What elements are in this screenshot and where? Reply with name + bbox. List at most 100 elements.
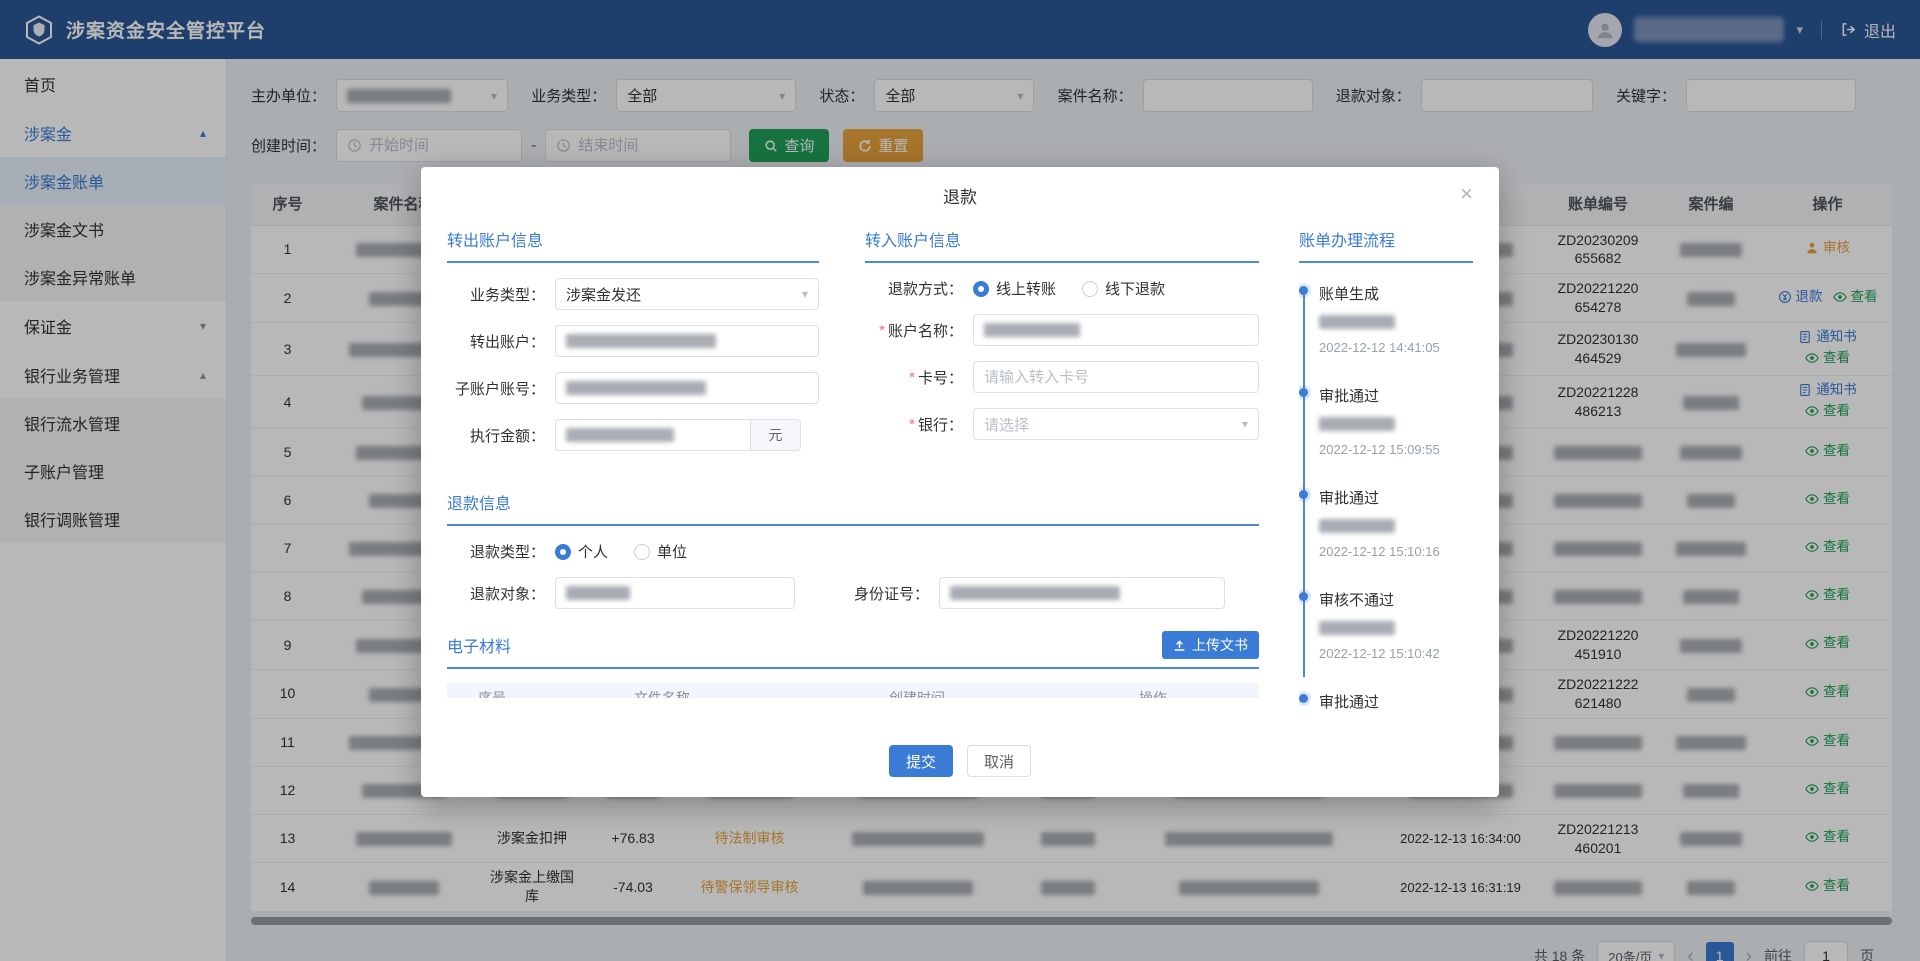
upload-icon	[1173, 639, 1186, 652]
flow-step: 审批通过 2022-12-12 15:10:16	[1319, 487, 1473, 559]
materials-column-header: 操作	[1047, 683, 1259, 698]
amount-label: 执行金额：	[447, 425, 555, 446]
required-mark: *	[909, 369, 915, 386]
radio-unchecked-icon	[1082, 281, 1098, 297]
redacted-value	[984, 323, 1080, 337]
materials-section: 电子材料 上传文书 序号文件名称创建时间操作	[447, 631, 1259, 698]
out-account-label: 转出账户：	[447, 331, 555, 352]
refund-info-section: 退款信息 退款类型： 个人 单位	[447, 490, 1259, 609]
radio-checked-icon	[555, 544, 571, 560]
flow-step-time: 2022-12-12 15:10:16	[1319, 544, 1473, 559]
card-number-label: *卡号：	[865, 367, 973, 388]
redacted-value	[950, 586, 1120, 600]
flow-step-time: 2022-12-12 14:41:05	[1319, 340, 1473, 355]
flow-step-title: 审批通过	[1319, 691, 1473, 712]
required-mark: *	[879, 322, 885, 339]
refund-target-label: 退款对象：	[447, 583, 555, 604]
sub-account-input[interactable]	[555, 372, 819, 404]
redacted-value	[566, 334, 716, 348]
flow-step-person	[1319, 517, 1473, 535]
radio-offline-label: 线下退款	[1105, 278, 1165, 299]
submit-button[interactable]: 提交	[889, 745, 953, 777]
section-title-materials: 电子材料	[447, 633, 511, 657]
out-account-input[interactable]	[555, 325, 819, 357]
refund-target-input[interactable]	[555, 577, 795, 609]
flow-step-dot-icon	[1299, 286, 1308, 295]
radio-organization[interactable]: 单位	[634, 541, 687, 562]
biz-type-value: 涉案金发还	[566, 284, 641, 305]
flow-step-title: 账单生成	[1319, 283, 1473, 304]
flow-step: 审核不通过 2022-12-12 15:10:42	[1319, 589, 1473, 661]
radio-offline-refund[interactable]: 线下退款	[1082, 278, 1165, 299]
redacted-value	[1319, 519, 1395, 533]
modal-form-area: 转出账户信息 业务类型： 涉案金发还 ▾ 转出账户：	[447, 227, 1259, 719]
radio-checked-icon	[973, 281, 989, 297]
redacted-value	[1319, 621, 1395, 635]
modal-footer: 提交 取消	[421, 745, 1499, 777]
materials-column-header: 文件名称	[537, 683, 787, 698]
modal-title: 退款	[943, 183, 977, 208]
radio-person[interactable]: 个人	[555, 541, 608, 562]
amount-unit: 元	[751, 419, 801, 451]
close-icon[interactable]: ×	[1460, 183, 1473, 205]
flow-step-dot-icon	[1299, 490, 1308, 499]
radio-organization-label: 单位	[657, 541, 687, 562]
section-title-refund-info: 退款信息	[447, 490, 1259, 526]
transfer-in-section: 转入账户信息 退款方式： 线上转账	[865, 227, 1259, 466]
flow-step: 审批通过2022-12-12 15:09:55	[1319, 385, 1473, 457]
chevron-down-icon: ▾	[796, 287, 808, 301]
flow-steps: 账单生成2022-12-12 14:41:05审批通过2022-12-12 15…	[1299, 283, 1473, 719]
page: 涉案资金安全管控平台 ▾ 退出 首页涉案金▴涉案金账单涉案	[0, 0, 1920, 961]
flow-timeline-line	[1303, 289, 1305, 677]
flow-section: 账单办理流程 账单生成2022-12-12 14:41:05审批通过2022-1…	[1259, 227, 1473, 719]
redacted-value	[1319, 417, 1395, 431]
cancel-button[interactable]: 取消	[967, 745, 1031, 777]
card-number-input[interactable]	[984, 369, 1248, 386]
account-name-input[interactable]	[973, 314, 1259, 346]
transfer-out-section: 转出账户信息 业务类型： 涉案金发还 ▾ 转出账户：	[447, 227, 819, 466]
redacted-value	[566, 428, 674, 442]
flow-step-title: 审核不通过	[1319, 589, 1473, 610]
redacted-value	[566, 586, 630, 600]
redacted-value	[1319, 315, 1395, 329]
flow-step-person	[1319, 619, 1473, 637]
modal-overlay: 退款 × 转出账户信息 业务类型： 涉案金发还 ▾	[0, 0, 1920, 961]
refund-type-label: 退款类型：	[447, 541, 555, 562]
biz-type-select[interactable]: 涉案金发还 ▾	[555, 278, 819, 310]
section-title-flow: 账单办理流程	[1299, 227, 1473, 263]
flow-step-dot-icon	[1299, 592, 1308, 601]
amount-input[interactable]	[555, 419, 751, 451]
bank-label: *银行：	[865, 414, 973, 435]
flow-step-person	[1319, 313, 1473, 331]
flow-step-time: 2022-12-12 15:09:55	[1319, 442, 1473, 457]
bank-placeholder: 请选择	[984, 414, 1029, 435]
chevron-down-icon: ▾	[1236, 417, 1248, 431]
section-title-transfer-out: 转出账户信息	[447, 227, 819, 263]
flow-step-dot-icon	[1299, 388, 1308, 397]
flow-step: 审批通过2022-12-12 13:56	[1319, 691, 1473, 719]
flow-step-person	[1319, 415, 1473, 433]
materials-table-header: 序号文件名称创建时间操作	[447, 683, 1259, 698]
modal-header: 退款 ×	[421, 167, 1499, 223]
card-number-input-wrap	[973, 361, 1259, 393]
radio-unchecked-icon	[634, 544, 650, 560]
flow-step-dot-icon	[1299, 694, 1308, 703]
upload-doc-label: 上传文书	[1192, 635, 1248, 655]
biz-type-label: 业务类型：	[447, 284, 555, 305]
modal-body: 转出账户信息 业务类型： 涉案金发还 ▾ 转出账户：	[421, 223, 1499, 719]
flow-step-title: 审批通过	[1319, 487, 1473, 508]
radio-online-label: 线上转账	[996, 278, 1056, 299]
materials-column-header: 创建时间	[787, 683, 1047, 698]
refund-modal: 退款 × 转出账户信息 业务类型： 涉案金发还 ▾	[421, 167, 1499, 797]
radio-online-transfer[interactable]: 线上转账	[973, 278, 1056, 299]
id-number-input[interactable]	[939, 577, 1225, 609]
flow-step-time: 2022-12-12 15:10:42	[1319, 646, 1473, 661]
flow-step: 账单生成 2022-12-12 14:41:05	[1319, 283, 1473, 355]
upload-doc-button[interactable]: 上传文书	[1162, 631, 1259, 659]
account-name-label: *账户名称：	[865, 320, 973, 341]
id-number-label: 身份证号：	[831, 583, 939, 604]
bank-select[interactable]: 请选择 ▾	[973, 408, 1259, 440]
pay-method-label: 退款方式：	[865, 278, 973, 299]
materials-column-header: 序号	[447, 683, 537, 698]
redacted-value	[566, 381, 706, 395]
